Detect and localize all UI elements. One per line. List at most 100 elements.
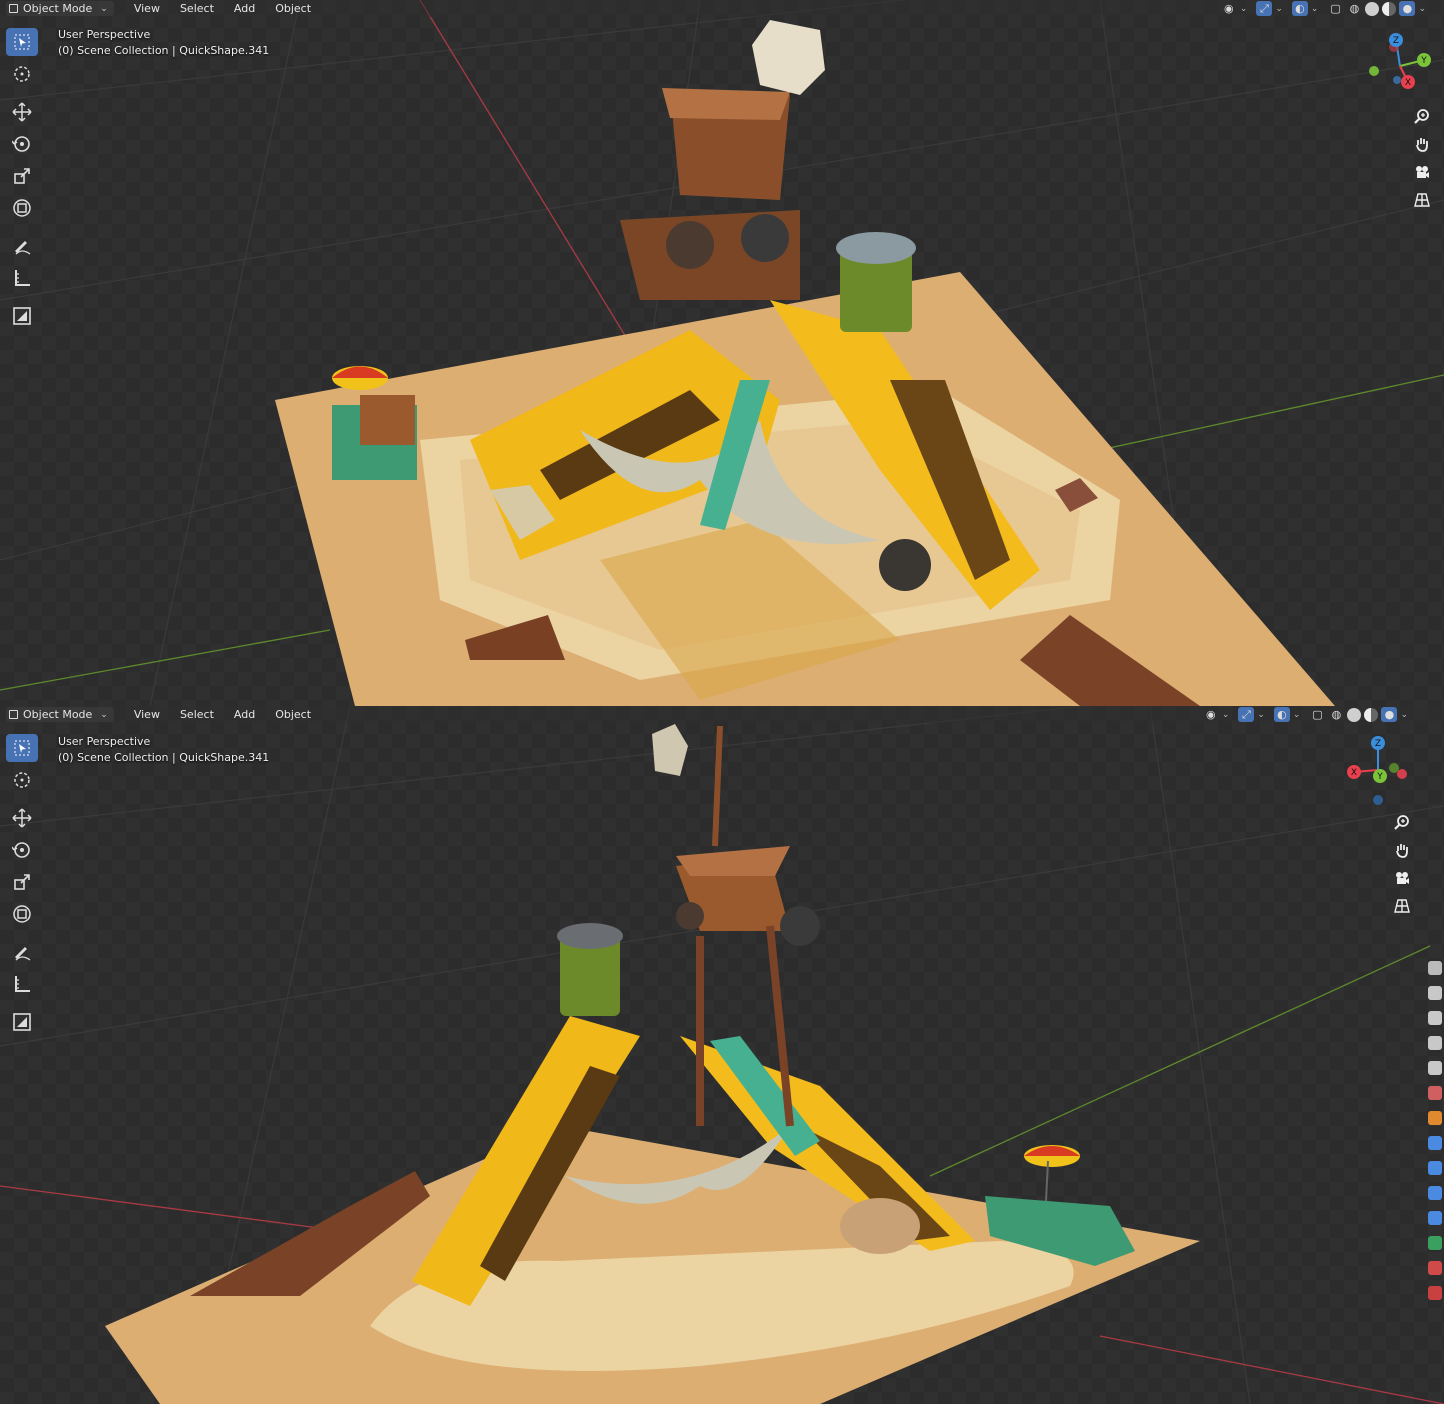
viewport-header: Object Mode ⌄ View Select Add Object ◉ ⌄ … <box>0 0 1444 17</box>
viewport-bottom[interactable]: Object Mode ⌄ View Select Add Object ◉ ⌄ … <box>0 706 1444 1404</box>
view-layer-tab-icon[interactable] <box>1428 1036 1442 1050</box>
perspective-label: User Perspective <box>58 28 151 41</box>
material-tab-icon[interactable] <box>1428 1261 1442 1275</box>
menu-select[interactable]: Select <box>180 2 214 15</box>
gizmo-toggle-icon[interactable]: ⤢ <box>1256 1 1273 16</box>
add-cube-tool[interactable] <box>6 302 38 330</box>
add-cube-tool[interactable] <box>6 1008 38 1036</box>
viewport-top[interactable]: Object Mode ⌄ View Select Add Object ◉ ⌄ … <box>0 0 1444 706</box>
add-cube-icon <box>13 1013 31 1031</box>
rotate-tool[interactable] <box>6 836 38 864</box>
annotate-tool[interactable] <box>6 232 38 260</box>
viewport-info: User Perspective (0) Scene Collection | … <box>58 734 269 766</box>
object-mode-icon <box>9 4 18 13</box>
scene-tab-icon[interactable] <box>1428 1061 1442 1075</box>
particles-tab-icon[interactable] <box>1428 1161 1442 1175</box>
wireframe-shading-icon[interactable]: ◍ <box>1346 1 1362 16</box>
material-shading-icon[interactable] <box>1364 707 1379 722</box>
transform-tool[interactable] <box>6 900 38 928</box>
navigation-gizmo[interactable]: Z X Y <box>1342 734 1414 806</box>
rendered-shading-icon[interactable]: ● <box>1399 1 1416 16</box>
perspective-grid-icon[interactable] <box>1410 188 1434 212</box>
menu-add[interactable]: Add <box>234 708 255 721</box>
select-box-tool[interactable] <box>6 734 38 762</box>
cursor-tool[interactable] <box>6 766 38 794</box>
axis-x-label: X <box>1351 768 1357 778</box>
cursor-tool[interactable] <box>6 60 38 88</box>
modifier-wrench-icon[interactable] <box>1428 1136 1442 1150</box>
scale-tool[interactable] <box>6 868 38 896</box>
render-tab-icon[interactable] <box>1428 986 1442 1000</box>
scale-tool[interactable] <box>6 162 38 190</box>
move-tool[interactable] <box>6 98 38 126</box>
overlays-toggle-icon[interactable]: ◐ <box>1273 707 1290 722</box>
visibility-icon[interactable]: ◉ <box>1203 707 1219 722</box>
solid-shading-icon[interactable] <box>1365 1 1380 16</box>
constraints-tab-icon[interactable] <box>1428 1211 1442 1225</box>
transform-tool[interactable] <box>6 194 38 222</box>
menu-object[interactable]: Object <box>275 708 311 721</box>
perspective-grid-icon[interactable] <box>1390 894 1414 918</box>
menu-object[interactable]: Object <box>275 2 311 15</box>
camera-icon[interactable] <box>1410 160 1434 184</box>
object-tab-icon[interactable] <box>1428 1111 1442 1125</box>
output-tab-icon[interactable] <box>1428 1011 1442 1025</box>
camera-icon[interactable] <box>1390 866 1414 890</box>
object-mode-icon <box>9 710 18 719</box>
measure-tool[interactable] <box>6 970 38 998</box>
crosshair-icon <box>14 772 30 788</box>
collection-label: (0) Scene Collection | QuickShape.341 <box>58 751 270 764</box>
nav-tools <box>1410 104 1434 216</box>
measure-tool[interactable] <box>6 264 38 292</box>
object-mode-dropdown[interactable]: Object Mode ⌄ <box>6 707 114 722</box>
tool-settings-tab-icon[interactable] <box>1428 961 1442 975</box>
scene-render-top[interactable] <box>0 0 1444 706</box>
overlays-toggle-icon[interactable]: ◐ <box>1291 1 1308 16</box>
texture-tab-icon[interactable] <box>1428 1286 1442 1300</box>
annotate-tool[interactable] <box>6 938 38 966</box>
rotate-tool[interactable] <box>6 130 38 158</box>
data-tab-icon[interactable] <box>1428 1236 1442 1250</box>
nav-tools <box>1390 810 1414 922</box>
xray-icon[interactable]: ▢ <box>1327 1 1343 16</box>
object-mode-dropdown[interactable]: Object Mode ⌄ <box>6 1 114 16</box>
ruler-icon <box>15 270 30 286</box>
menu-select[interactable]: Select <box>180 708 214 721</box>
move-arrows-icon <box>12 808 32 828</box>
menu-view[interactable]: View <box>134 708 160 721</box>
scale-icon <box>14 874 30 890</box>
rendered-shading-icon[interactable]: ● <box>1381 707 1398 722</box>
wireframe-shading-icon[interactable]: ◍ <box>1328 707 1344 722</box>
zoom-icon[interactable] <box>1410 104 1434 128</box>
zoom-icon[interactable] <box>1390 810 1414 834</box>
world-tab-icon[interactable] <box>1428 1086 1442 1100</box>
add-cube-icon <box>13 307 31 325</box>
perspective-label: User Perspective <box>58 735 151 748</box>
object-mode-label: Object Mode <box>23 2 93 15</box>
navigation-gizmo[interactable]: Z Y X <box>1364 30 1436 102</box>
pencil-icon <box>15 947 31 961</box>
axis-x-label: X <box>1405 78 1411 88</box>
scale-icon <box>14 168 30 184</box>
pan-hand-icon[interactable] <box>1390 838 1414 862</box>
visibility-icon[interactable]: ◉ <box>1221 1 1237 16</box>
pencil-icon <box>15 241 31 255</box>
menu-view[interactable]: View <box>134 2 160 15</box>
axis-y-label: Y <box>1420 56 1427 66</box>
rotate-icon <box>12 842 30 858</box>
scene-render-bottom[interactable] <box>0 706 1444 1404</box>
xray-icon[interactable]: ▢ <box>1309 707 1325 722</box>
select-box-tool[interactable] <box>6 28 38 56</box>
physics-tab-icon[interactable] <box>1428 1186 1442 1200</box>
chevron-down-icon: ⌄ <box>100 3 108 14</box>
axis-z-label: Z <box>1393 36 1399 46</box>
tool-shelf <box>6 28 40 334</box>
pan-hand-icon[interactable] <box>1410 132 1434 156</box>
properties-tab-strip <box>1422 961 1444 1311</box>
object-mode-label: Object Mode <box>23 708 93 721</box>
move-tool[interactable] <box>6 804 38 832</box>
menu-add[interactable]: Add <box>234 2 255 15</box>
material-shading-icon[interactable] <box>1382 1 1397 16</box>
gizmo-toggle-icon[interactable]: ⤢ <box>1238 707 1255 722</box>
solid-shading-icon[interactable] <box>1347 707 1362 722</box>
